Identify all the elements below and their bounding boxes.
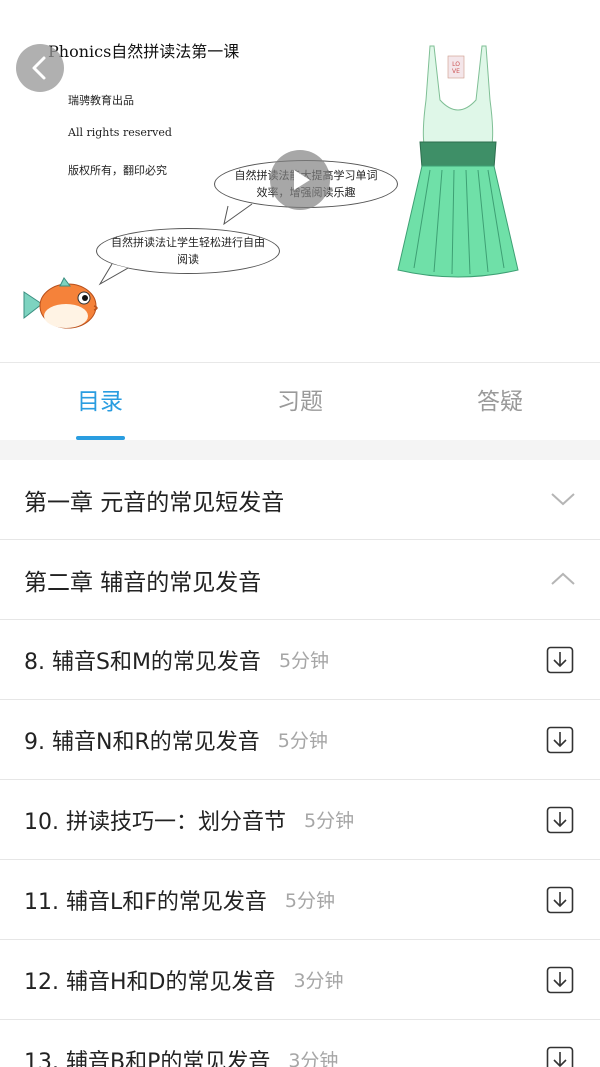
lesson-duration: 3分钟	[288, 1050, 339, 1067]
svg-text:VE: VE	[452, 68, 460, 75]
svg-text:LO: LO	[452, 61, 460, 68]
tab-exercises[interactable]: 习题	[200, 363, 400, 440]
lesson-row[interactable]: 10. 拼读技巧一：划分音节 5分钟	[0, 780, 600, 860]
lesson-duration: 3分钟	[293, 970, 344, 992]
pufferfish-illustration	[23, 277, 98, 329]
lesson-title: 10. 拼读技巧一：划分音节	[24, 809, 286, 835]
lesson-title: 13. 辅音B和P的常见发音	[24, 1049, 271, 1067]
lesson-title: 8. 辅音S和M的常见发音	[24, 649, 261, 675]
chevron-down-icon	[551, 493, 575, 506]
chapter-title: 第二章 辅音的常见发音	[24, 569, 262, 596]
lesson-title: 9. 辅音N和R的常见发音	[24, 729, 260, 755]
tab-exercises-label: 习题	[277, 389, 323, 415]
section-spacer	[0, 440, 600, 460]
play-button[interactable]	[270, 150, 330, 210]
tab-bar: 目录 习题 答疑	[0, 362, 600, 440]
lesson-title: 12. 辅音H和D的常见发音	[24, 969, 276, 995]
lesson-row[interactable]: 12. 辅音H和D的常见发音 3分钟	[0, 940, 600, 1020]
download-icon[interactable]	[546, 726, 574, 754]
lesson-row[interactable]: 9. 辅音N和R的常见发音 5分钟	[0, 700, 600, 780]
lesson-duration: 5分钟	[278, 650, 330, 672]
video-cover[interactable]: Phonics自然拼读法第一课 瑞骋教育出品 All rights reserv…	[0, 0, 600, 362]
chapter-title: 第一章 元音的常见短发音	[24, 489, 285, 516]
speech-bubble-bottom-tail	[98, 263, 129, 286]
dress-illustration: LO VE	[397, 45, 519, 278]
play-icon	[294, 170, 310, 190]
lesson-title: 11. 辅音L和F的常见发音	[24, 889, 267, 915]
lesson-duration: 5分钟	[303, 810, 355, 832]
lesson-row[interactable]: 13. 辅音B和P的常见发音 3分钟	[0, 1020, 600, 1067]
tab-qa-label: 答疑	[477, 389, 523, 415]
catalog-list: 第一章 元音的常见短发音 第二章 辅音的常见发音 8. 辅音S和M的常见发音 5…	[0, 460, 600, 1067]
cover-copyright: 版权所有，翻印必究	[68, 164, 167, 177]
lesson-row[interactable]: 8. 辅音S和M的常见发音 5分钟	[0, 620, 600, 700]
chevron-up-icon	[551, 572, 575, 585]
lesson-row[interactable]: 11. 辅音L和F的常见发音 5分钟	[0, 860, 600, 940]
tab-catalog[interactable]: 目录	[0, 363, 200, 440]
back-button[interactable]	[16, 44, 64, 92]
lesson-duration: 5分钟	[277, 730, 328, 752]
download-icon[interactable]	[546, 1046, 574, 1067]
chapter-row-2[interactable]: 第二章 辅音的常见发音	[0, 540, 600, 620]
chevron-left-icon	[32, 56, 46, 80]
download-icon[interactable]	[546, 646, 574, 674]
download-icon[interactable]	[546, 886, 574, 914]
cover-publisher: 瑞骋教育出品	[68, 94, 134, 107]
tab-qa[interactable]: 答疑	[400, 363, 600, 440]
download-icon[interactable]	[546, 966, 574, 994]
download-icon[interactable]	[546, 806, 574, 834]
cover-title: Phonics自然拼读法第一课	[48, 42, 240, 61]
cover-rights: All rights reserved	[68, 126, 172, 139]
speech-bubble-top-tail	[223, 203, 253, 226]
lesson-duration: 5分钟	[284, 890, 335, 912]
tab-catalog-label: 目录	[77, 389, 123, 415]
chapter-row-1[interactable]: 第一章 元音的常见短发音	[0, 460, 600, 540]
